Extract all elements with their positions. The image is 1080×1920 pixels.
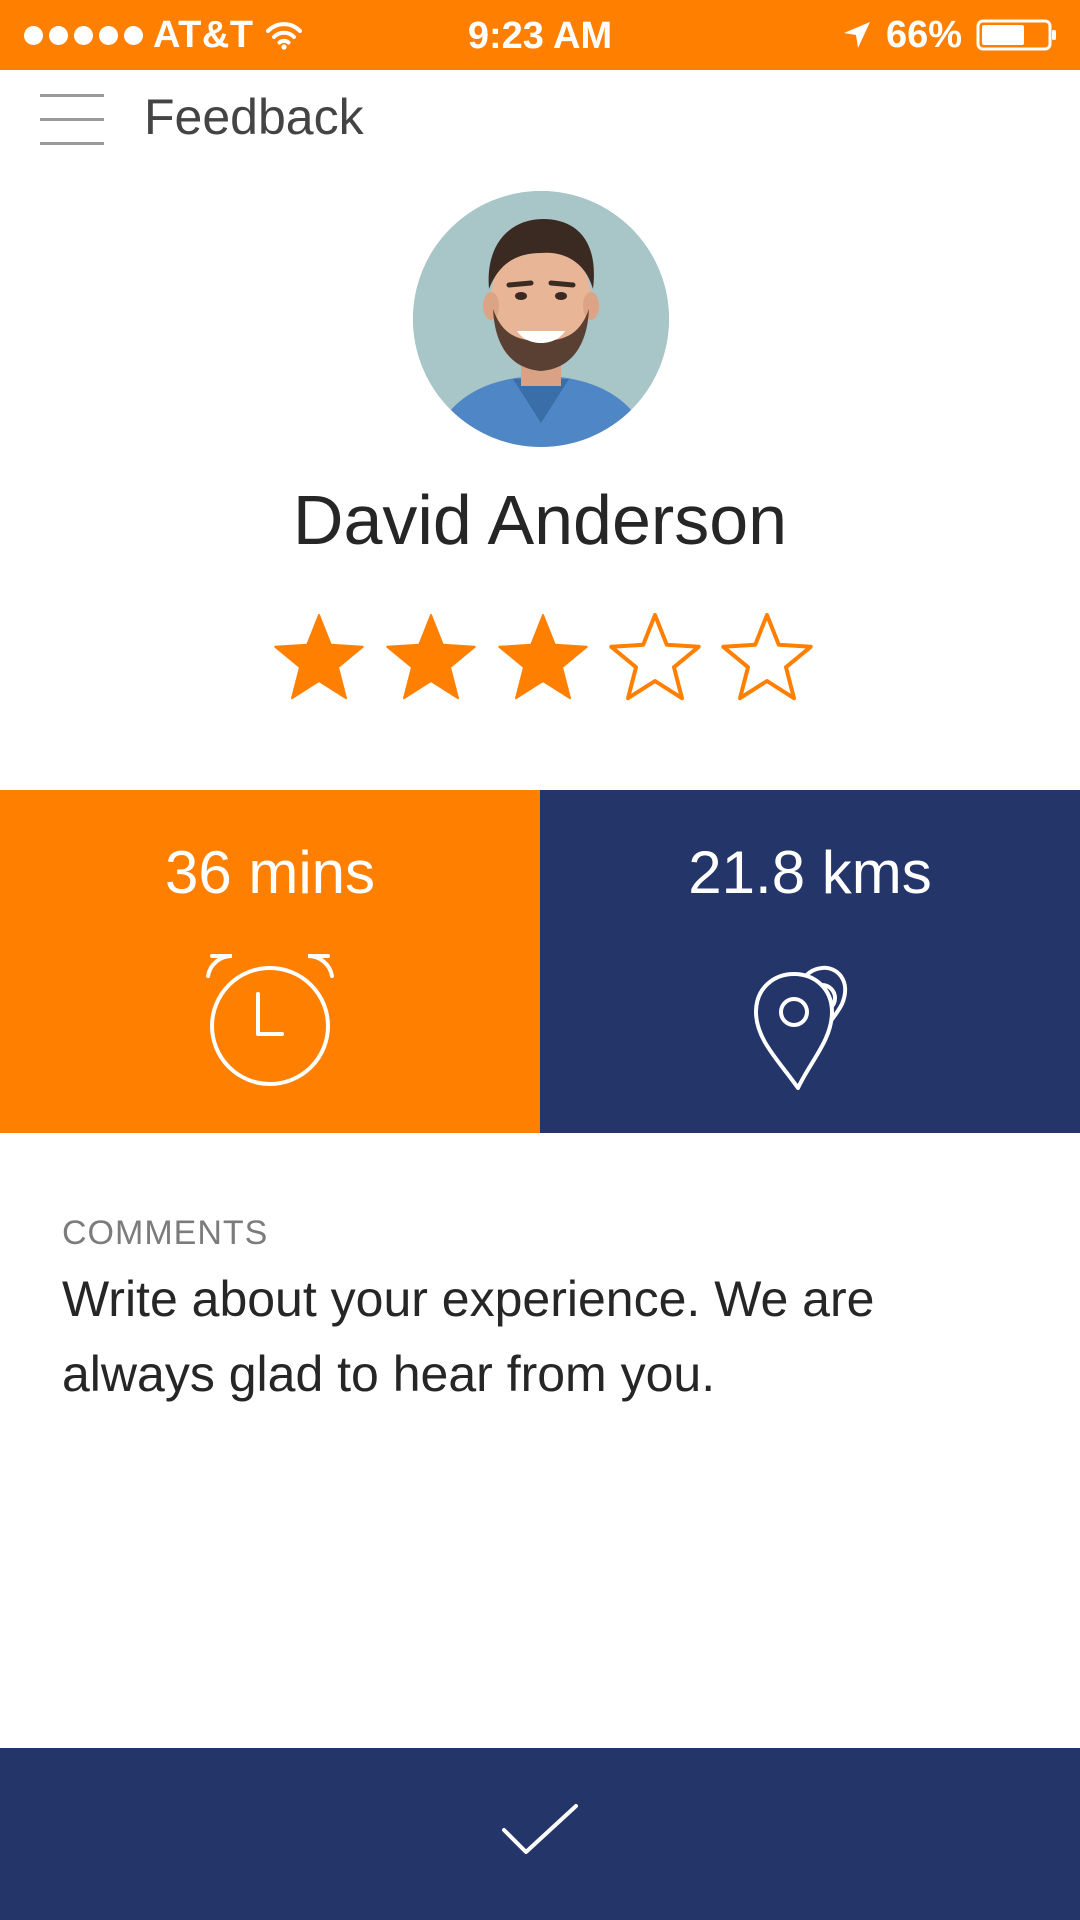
star-icon-empty[interactable] <box>712 604 822 714</box>
status-bar: AT&T 9:23 AM 66% <box>0 0 1080 70</box>
avatar-photo <box>413 191 669 447</box>
star-icon-filled[interactable] <box>488 604 598 714</box>
submit-button[interactable] <box>0 1748 1080 1920</box>
trip-duration-value: 36 mins <box>164 839 376 906</box>
location-pin-icon <box>740 950 880 1090</box>
star-rating[interactable] <box>264 604 824 714</box>
star-icon-filled[interactable] <box>264 604 374 714</box>
feedback-screen: AT&T 9:23 AM 66% Feedback David Anderson… <box>0 0 1080 1920</box>
alarm-clock-icon <box>200 950 340 1090</box>
star-icon-empty[interactable] <box>600 604 710 714</box>
battery-icon <box>976 19 1056 51</box>
trip-distance-value: 21.8 kms <box>688 839 932 906</box>
trip-distance-tile: 21.8 kms <box>540 790 1080 1133</box>
app-header: Feedback <box>0 70 1080 170</box>
status-right: 66% <box>842 0 1058 70</box>
battery-percent: 66% <box>885 13 962 56</box>
hamburger-menu-icon[interactable] <box>40 92 104 148</box>
trip-duration-tile: 36 mins <box>0 790 540 1133</box>
comments-label: COMMENTS <box>62 1214 269 1252</box>
comments-input[interactable] <box>62 1262 1022 1682</box>
avatar <box>413 191 669 447</box>
star-icon-filled[interactable] <box>376 604 486 714</box>
location-arrow-icon <box>843 22 870 48</box>
driver-name: David Anderson <box>292 481 788 559</box>
page-title: Feedback <box>144 89 364 145</box>
checkmark-icon <box>502 1804 578 1854</box>
